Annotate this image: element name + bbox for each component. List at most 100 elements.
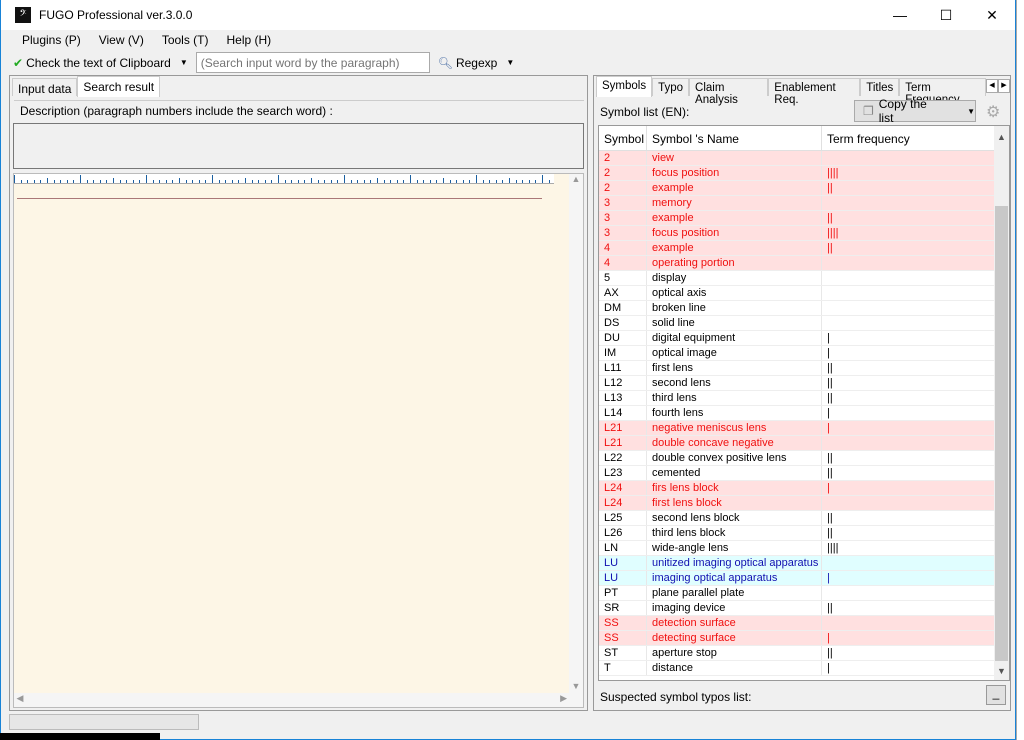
tab-scroll-right-icon[interactable]: ▶ bbox=[998, 79, 1010, 93]
tab-search-result[interactable]: Search result bbox=[77, 76, 161, 97]
horizontal-scrollbar[interactable]: ◀ ▶ bbox=[14, 693, 571, 707]
menu-tools[interactable]: Tools (T) bbox=[153, 30, 218, 50]
frequency-cell bbox=[822, 301, 995, 315]
gear-icon[interactable]: ⚙ bbox=[986, 102, 1000, 122]
ruler-tick bbox=[126, 180, 128, 183]
table-row[interactable]: 3 focus position |||| bbox=[599, 226, 1009, 241]
tab-enablement-req[interactable]: Enablement Req. bbox=[768, 78, 861, 106]
scrollbar-thumb[interactable] bbox=[995, 206, 1008, 661]
ruler-tick bbox=[152, 180, 154, 183]
table-row[interactable]: 4 example || bbox=[599, 241, 1009, 256]
minimize-typos-button[interactable]: _ bbox=[986, 685, 1006, 705]
ruler-tick bbox=[165, 180, 167, 183]
frequency-cell: || bbox=[822, 391, 995, 405]
chevron-down-icon[interactable]: ▼ bbox=[180, 58, 188, 67]
name-cell: optical image bbox=[647, 346, 822, 360]
table-row[interactable]: SR imaging device || bbox=[599, 601, 1009, 616]
tab-input-data[interactable]: Input data bbox=[12, 78, 78, 96]
table-row[interactable]: 4 operating portion bbox=[599, 256, 1009, 271]
check-clipboard-button[interactable]: ✔ Check the text of Clipboard ▼ bbox=[9, 52, 192, 73]
name-cell: negative meniscus lens bbox=[647, 421, 822, 435]
table-row[interactable]: 2 focus position |||| bbox=[599, 166, 1009, 181]
tab-term-frequency[interactable]: Term Frequency bbox=[899, 78, 986, 106]
table-row[interactable]: L25 second lens block || bbox=[599, 511, 1009, 526]
table-row[interactable]: L24 first lens block bbox=[599, 496, 1009, 511]
ruler-tick bbox=[86, 180, 88, 183]
table-row[interactable]: 2 view bbox=[599, 151, 1009, 166]
paragraph-numbers-box[interactable] bbox=[13, 123, 584, 169]
frequency-cell: | bbox=[822, 481, 995, 495]
symbol-cell: SS bbox=[599, 616, 647, 630]
menu-help[interactable]: Help (H) bbox=[217, 30, 280, 50]
copy-list-button[interactable]: ❐ Copy the list ▼ bbox=[854, 97, 976, 125]
table-row[interactable]: DS solid line bbox=[599, 316, 1009, 331]
frequency-cell: || bbox=[822, 601, 995, 615]
column-term-frequency[interactable]: Term frequency bbox=[822, 126, 995, 150]
tab-typo[interactable]: Typo bbox=[652, 78, 690, 96]
table-row[interactable]: L14 fourth lens | bbox=[599, 406, 1009, 421]
search-result-editor[interactable]: ▲ ▼ ◀ ▶ bbox=[13, 173, 584, 708]
table-row[interactable]: L13 third lens || bbox=[599, 391, 1009, 406]
name-cell: view bbox=[647, 151, 822, 165]
table-row[interactable]: L23 cemented || bbox=[599, 466, 1009, 481]
close-button[interactable]: ✕ bbox=[969, 0, 1015, 30]
chevron-down-icon[interactable]: ▼ bbox=[967, 107, 975, 116]
name-cell: memory bbox=[647, 196, 822, 210]
table-row[interactable]: AX optical axis bbox=[599, 286, 1009, 301]
table-row[interactable]: LU imaging optical apparatus | bbox=[599, 571, 1009, 586]
table-row[interactable]: 2 example || bbox=[599, 181, 1009, 196]
table-row[interactable]: L12 second lens || bbox=[599, 376, 1009, 391]
margin-line bbox=[17, 198, 542, 199]
table-row[interactable]: Tdistance | bbox=[599, 661, 1009, 676]
symbol-cell: L21 bbox=[599, 436, 647, 450]
tab-symbols[interactable]: Symbols bbox=[596, 76, 653, 97]
ruler-tick bbox=[462, 180, 464, 183]
table-row[interactable]: 3 example || bbox=[599, 211, 1009, 226]
search-input[interactable] bbox=[195, 52, 430, 73]
ruler-tick bbox=[66, 180, 68, 183]
table-row[interactable]: ST aperture stop || bbox=[599, 646, 1009, 661]
column-name[interactable]: Symbol 's Name bbox=[647, 126, 822, 150]
table-row[interactable]: DU digital equipment | bbox=[599, 331, 1009, 346]
symbol-cell: L22 bbox=[599, 451, 647, 465]
ruler-tick bbox=[429, 180, 431, 183]
ruler-tick bbox=[119, 180, 121, 183]
symbol-cell: L13 bbox=[599, 391, 647, 405]
vertical-scrollbar[interactable]: ▲ ▼ bbox=[569, 174, 583, 707]
table-row[interactable]: SS detection surface bbox=[599, 616, 1009, 631]
table-row[interactable]: L11 first lens || bbox=[599, 361, 1009, 376]
maximize-button[interactable]: ☐ bbox=[923, 0, 969, 30]
window-title: FUGO Professional ver.3.0.0 bbox=[39, 8, 193, 22]
frequency-cell bbox=[822, 271, 995, 285]
table-row[interactable]: SS detecting surface | bbox=[599, 631, 1009, 646]
name-cell: third lens block bbox=[647, 526, 822, 540]
table-row[interactable]: 3 memory bbox=[599, 196, 1009, 211]
table-row[interactable]: LU unitized imaging optical apparatus bbox=[599, 556, 1009, 571]
table-row[interactable]: IM optical image | bbox=[599, 346, 1009, 361]
column-symbol[interactable]: Symbol bbox=[599, 126, 647, 150]
ruler-tick bbox=[198, 180, 200, 183]
table-row[interactable]: L26 third lens block || bbox=[599, 526, 1009, 541]
chevron-down-icon[interactable]: ▼ bbox=[506, 58, 514, 67]
table-row[interactable]: 5 display bbox=[599, 271, 1009, 286]
ruler-tick bbox=[436, 180, 438, 183]
ruler-tick bbox=[225, 180, 227, 183]
table-row[interactable]: DM broken line bbox=[599, 301, 1009, 316]
table-row[interactable]: L21 negative meniscus lens | bbox=[599, 421, 1009, 436]
menu-plugins[interactable]: Plugins (P) bbox=[13, 30, 90, 50]
frequency-cell bbox=[822, 256, 995, 270]
name-cell: plane parallel plate bbox=[647, 586, 822, 600]
tab-scroll-left-icon[interactable]: ◀ bbox=[986, 79, 998, 93]
table-row[interactable]: PT plane parallel plate bbox=[599, 586, 1009, 601]
table-scrollbar[interactable]: ▲ ▼ bbox=[994, 126, 1009, 680]
table-row[interactable]: L22 double convex positive lens || bbox=[599, 451, 1009, 466]
table-row[interactable]: LN wide-angle lens |||| bbox=[599, 541, 1009, 556]
ruler-tick bbox=[489, 180, 491, 183]
tab-claim-analysis[interactable]: Claim Analysis bbox=[689, 78, 769, 106]
regexp-button[interactable]: 🔍︎ Regexp ▼ bbox=[434, 52, 519, 73]
table-row[interactable]: L21 double concave negative bbox=[599, 436, 1009, 451]
table-row[interactable]: L24 firs lens block | bbox=[599, 481, 1009, 496]
tab-titles[interactable]: Titles bbox=[860, 78, 900, 96]
minimize-button[interactable]: — bbox=[877, 0, 923, 30]
menu-view[interactable]: View (V) bbox=[90, 30, 153, 50]
